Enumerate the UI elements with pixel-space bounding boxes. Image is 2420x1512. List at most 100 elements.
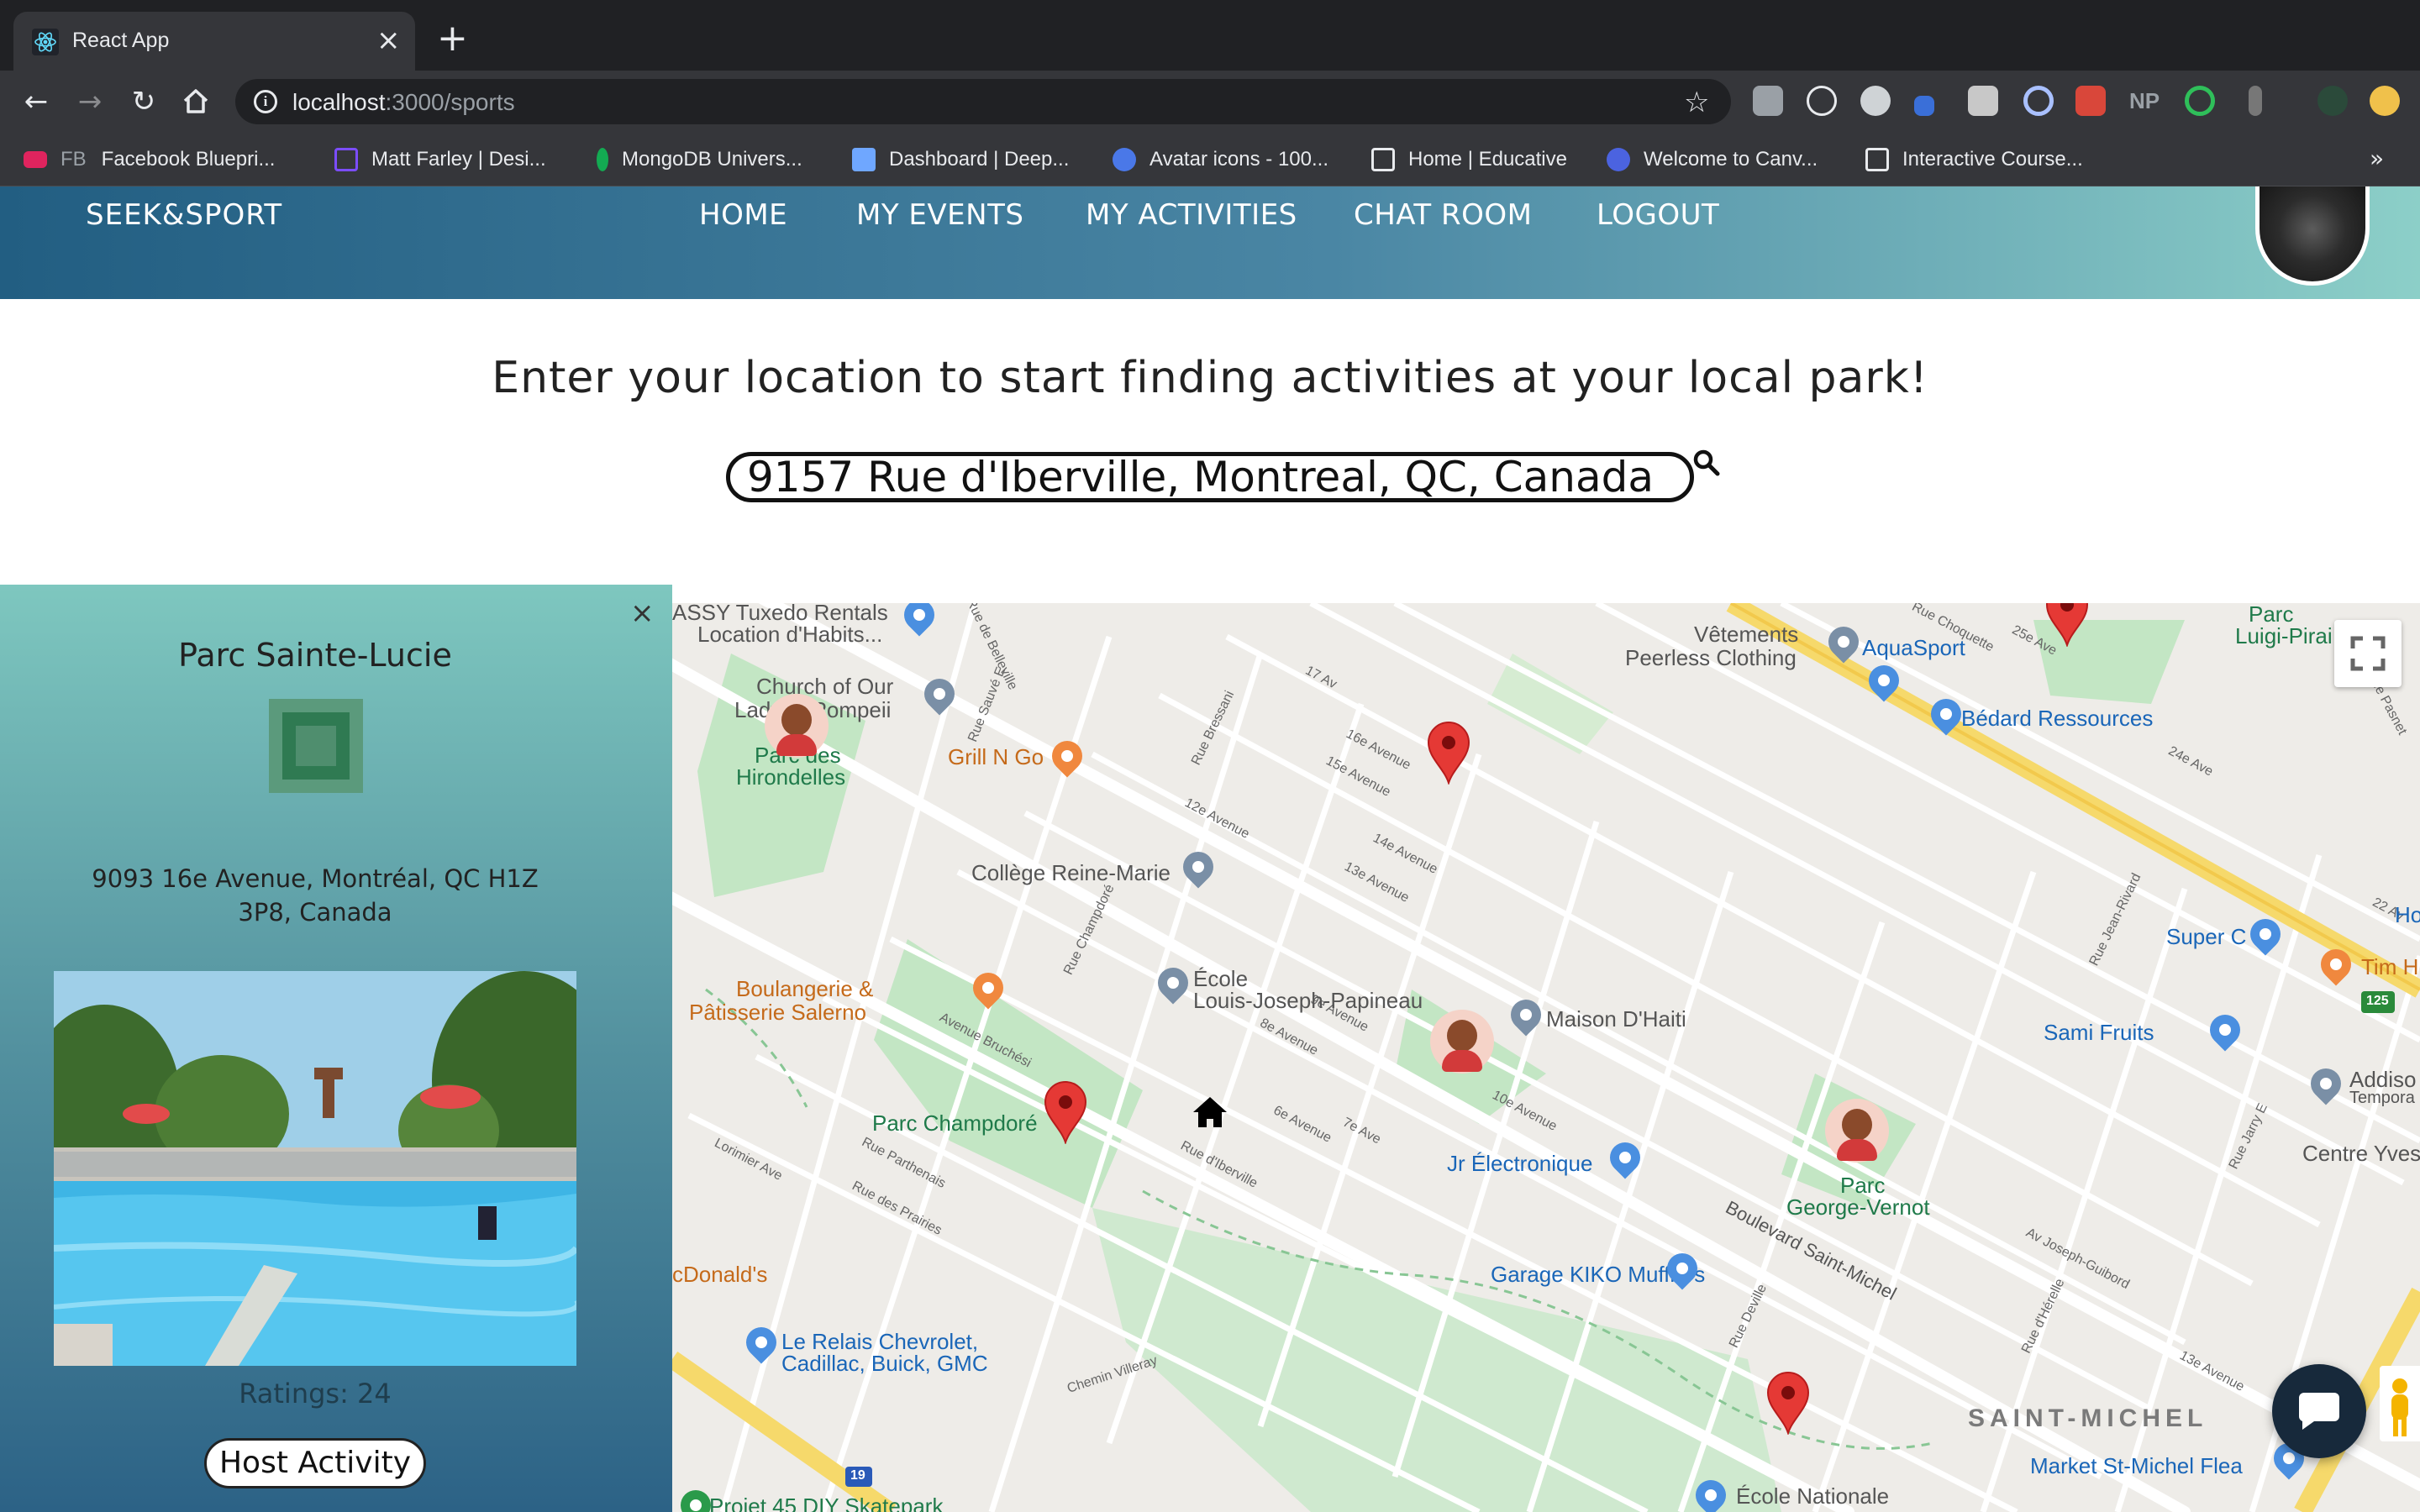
youtube-icon xyxy=(24,151,47,168)
shop-label: Super C xyxy=(2166,924,2247,949)
poi-label: Ho xyxy=(2395,902,2420,927)
matt-farley-icon xyxy=(334,148,358,171)
park-logo xyxy=(269,699,363,793)
park-pin-icon[interactable] xyxy=(1766,1371,1810,1435)
park-ratings: Ratings: 24 xyxy=(239,1378,392,1410)
poi-label: Church of Our xyxy=(756,674,894,699)
new-tab-icon[interactable]: + xyxy=(437,20,468,57)
shop-label: Cadillac, Buick, GMC xyxy=(781,1351,988,1376)
poi-label: Vêtements xyxy=(1694,622,1799,647)
bookmarks-overflow-icon[interactable]: » xyxy=(2370,144,2384,172)
activity-avatar-marker[interactable] xyxy=(1825,1099,1889,1163)
map-view[interactable]: 125 19 Rue Sauvé E Rue Bressani 17 Av 16… xyxy=(672,603,2420,1512)
route-19-shield: 19 xyxy=(850,1468,865,1483)
search-icon[interactable] xyxy=(1692,449,1721,477)
address-bar[interactable]: i localhost:3000/sports ☆ xyxy=(235,79,1731,124)
park-detail-panel: × Parc Sainte-Lucie 9093 16e Avenue, Mon… xyxy=(0,585,672,1512)
extension-globe-icon[interactable] xyxy=(1807,86,1837,116)
app-header: SEEK&SPORT HOME MY EVENTS MY ACTIVITIES … xyxy=(0,186,2420,299)
shop-label: AquaSport xyxy=(1862,635,1965,660)
chat-button[interactable] xyxy=(2272,1364,2366,1458)
poi-label: Collège Reine-Marie xyxy=(971,860,1171,885)
tab-title: React App xyxy=(72,29,170,52)
location-prompt: Enter your location to start finding act… xyxy=(492,353,1928,403)
bookmark-mongodb[interactable]: MongoDB Univers... xyxy=(597,144,802,175)
bookmarks-bar: FB Facebook Bluepri... Matt Farley | Des… xyxy=(0,133,2420,186)
extension-js-icon[interactable] xyxy=(1753,86,1783,116)
browser-toolbar: ← → ↻ i localhost:3000/sports ☆ NP xyxy=(0,71,2420,133)
park-label: Projet 45 DIY Skatepark xyxy=(709,1494,944,1512)
bookmark-educative[interactable]: Home | Educative xyxy=(1371,144,1567,175)
profile-avatar-icon[interactable] xyxy=(2317,86,2348,116)
district-label: SAINT-MICHEL xyxy=(1968,1404,2208,1432)
react-favicon-icon xyxy=(32,29,59,55)
restaurant-label: Grill N Go xyxy=(948,744,1044,769)
bookmark-dashboard[interactable]: Dashboard | Deep... xyxy=(852,144,1069,175)
park-label: Hirondelles xyxy=(736,764,846,790)
extension-green-ring-icon[interactable] xyxy=(2185,86,2215,116)
extension-grey-icon[interactable] xyxy=(2249,86,2262,116)
reload-icon[interactable]: ↻ xyxy=(124,82,163,121)
extension-feather-icon[interactable] xyxy=(1860,86,1891,116)
park-pin-icon[interactable] xyxy=(2045,603,2089,647)
nav-logout[interactable]: LOGOUT xyxy=(1597,198,1719,232)
park-label: Parc Champdoré xyxy=(872,1110,1038,1136)
bookmark-interactive-course[interactable]: Interactive Course... xyxy=(1865,144,2083,175)
poi-label: École Nationale xyxy=(1736,1483,1890,1509)
update-icon[interactable] xyxy=(2370,86,2400,116)
fullscreen-icon xyxy=(2350,636,2386,671)
bookmark-canva[interactable]: Welcome to Canv... xyxy=(1607,144,1818,175)
bookmark-avatar-icons[interactable]: Avatar icons - 100... xyxy=(1113,144,1328,175)
host-activity-button[interactable]: Host Activity xyxy=(204,1438,426,1488)
activity-avatar-marker[interactable] xyxy=(765,694,829,758)
site-info-icon[interactable]: i xyxy=(254,90,277,113)
shop-label: Market St-Michel Flea xyxy=(2030,1453,2243,1478)
fullscreen-button[interactable] xyxy=(2334,620,2402,687)
park-pin-icon[interactable] xyxy=(1427,721,1470,785)
nav-home[interactable]: HOME xyxy=(699,198,787,232)
restaurant-label: Boulangerie & xyxy=(736,976,874,1001)
nav-chat-room[interactable]: CHAT ROOM xyxy=(1354,198,1532,232)
restaurant-label: Pâtisserie Salerno xyxy=(689,1000,866,1025)
bookmark-star-icon[interactable]: ☆ xyxy=(1684,86,1709,119)
extension-np-icon[interactable]: NP xyxy=(2129,86,2160,116)
canva-icon xyxy=(1607,148,1630,171)
poi-label: Tempora xyxy=(2349,1089,2415,1107)
poi-label: Maison D'Haiti xyxy=(1546,1006,1686,1032)
park-photo xyxy=(54,971,576,1366)
home-browser-icon[interactable] xyxy=(176,82,215,121)
browser-tab[interactable]: React App × xyxy=(13,12,415,71)
close-icon[interactable]: × xyxy=(630,596,655,630)
tab-close-icon[interactable]: × xyxy=(376,24,401,57)
restaurant-label: Tim H xyxy=(2361,954,2419,979)
extension-red-icon[interactable] xyxy=(2075,86,2106,116)
restaurant-label: cDonald's xyxy=(672,1262,768,1287)
poi-label: Peerless Clothing xyxy=(1625,645,1797,670)
street-view-pegman-icon[interactable] xyxy=(2380,1366,2420,1441)
brand-logo[interactable]: SEEK&SPORT xyxy=(86,198,282,232)
back-icon[interactable]: ← xyxy=(17,82,55,121)
extension-circle-icon[interactable] xyxy=(2023,86,2054,116)
activity-avatar-marker[interactable] xyxy=(1430,1010,1494,1074)
browser-tab-bar: React App × + xyxy=(0,0,2420,71)
user-avatar[interactable] xyxy=(2255,186,2370,286)
interactive-course-icon xyxy=(1865,148,1889,171)
park-label: George-Vernot xyxy=(1786,1194,1930,1220)
bookmark-matt-farley[interactable]: Matt Farley | Desi... xyxy=(334,144,546,175)
extension-printer-icon[interactable] xyxy=(1968,86,1998,116)
park-pin-icon[interactable] xyxy=(1044,1080,1087,1144)
nav-my-activities[interactable]: MY ACTIVITIES xyxy=(1086,198,1297,232)
bookmark-facebook[interactable]: FB Facebook Bluepri... xyxy=(24,144,275,175)
poi-label: Louis-Joseph-Papineau xyxy=(1193,988,1423,1013)
nav-my-events[interactable]: MY EVENTS xyxy=(856,198,1023,232)
shop-label: Sami Fruits xyxy=(2044,1020,2154,1045)
shop-label: Jr Électronique xyxy=(1447,1151,1593,1176)
park-label: Luigi-Pirai xyxy=(2235,623,2333,648)
chat-bubble-icon xyxy=(2298,1393,2339,1430)
location-search-input[interactable] xyxy=(726,452,1694,502)
home-location-icon xyxy=(1193,1097,1227,1127)
forward-icon[interactable]: → xyxy=(71,82,109,121)
poi-label: Centre Yves xyxy=(2302,1141,2420,1166)
route-125-shield: 125 xyxy=(2366,994,2389,1008)
extension-picker-icon[interactable] xyxy=(1914,96,1934,116)
